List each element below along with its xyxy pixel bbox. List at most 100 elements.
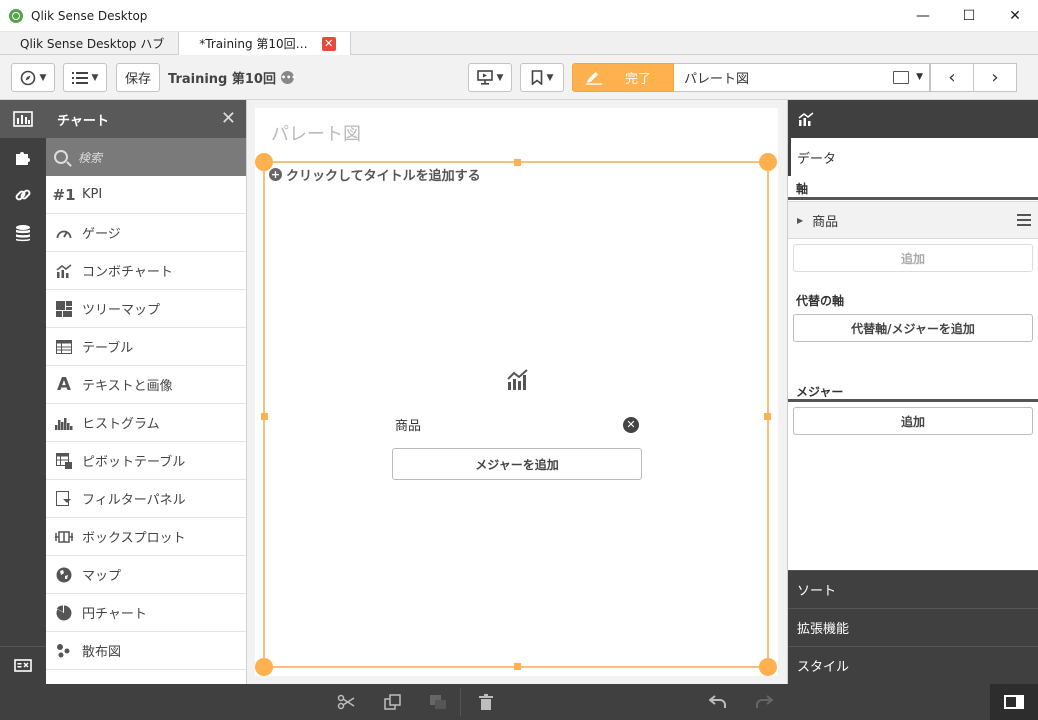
card-icon [14, 659, 32, 672]
maximize-button[interactable]: ☐ [946, 0, 992, 32]
paste-icon[interactable] [429, 693, 447, 711]
properties-panel: データ 軸 ▶ 商品 追加 代替の軸 代替軸/メジャーを追加 メジャー 追加 ソ… [787, 100, 1038, 684]
kpi-icon: #1 [52, 185, 76, 204]
bar-chart-icon [13, 111, 33, 127]
rail-master-items[interactable] [0, 176, 46, 214]
panel-toggle-icon [1004, 695, 1024, 709]
resize-handle-left[interactable] [261, 413, 268, 420]
done-editing-button[interactable]: 完了 [572, 63, 674, 92]
compass-icon [20, 70, 35, 85]
more-icon[interactable]: ••• [280, 71, 296, 84]
add-measure-property-button[interactable]: 追加 [793, 407, 1033, 435]
resize-handle-bottom[interactable] [514, 663, 521, 670]
resize-handle-top[interactable] [514, 159, 521, 166]
drag-handle-icon[interactable] [1017, 214, 1031, 226]
chart-item-filter-pane[interactable]: フィルターパネル [46, 480, 246, 518]
chevron-down-icon: ▼ [91, 72, 99, 83]
add-dimension-button[interactable]: 追加 [793, 244, 1033, 272]
chart-item-label: ヒストグラム [82, 417, 160, 432]
assets-title: チャート [57, 113, 109, 129]
bottom-toolbar [0, 684, 1038, 720]
chart-item-label: フィルターパネル [82, 493, 186, 508]
close-window-button[interactable]: ✕ [992, 0, 1038, 32]
save-button[interactable]: 保存 [116, 63, 160, 92]
chart-item-table[interactable]: テーブル [46, 328, 246, 366]
resize-handle-bottom-right[interactable] [759, 658, 777, 676]
chevron-down-icon: ▼ [916, 72, 923, 82]
rail-details-toggle[interactable] [0, 646, 46, 684]
chart-item-box-plot[interactable]: ボックスプロット [46, 518, 246, 556]
minimize-button[interactable]: — [900, 0, 946, 32]
chart-item-combo[interactable]: コンボチャート [46, 252, 246, 290]
done-label: 完了 [625, 72, 652, 87]
copy-icon[interactable] [384, 693, 402, 711]
rail-fields[interactable] [0, 214, 46, 252]
chart-list: #1 KPI ゲージ コンボチャート ツリーマップ テーブル A テキストと画像… [46, 176, 246, 670]
chart-item-label: ボックスプロット [82, 531, 186, 546]
cut-icon[interactable] [337, 693, 355, 711]
chart-item-text-image[interactable]: A テキストと画像 [46, 366, 246, 404]
dimension-row: 商品 ✕ [395, 415, 639, 434]
chart-item-pie[interactable]: 円チャート [46, 594, 246, 632]
tab-training-app[interactable]: *Training 第10回… ✕ [179, 32, 351, 56]
delete-icon[interactable] [477, 693, 495, 711]
sheet-selector[interactable]: パレート図 ▼ [674, 63, 930, 92]
tab-close-icon[interactable]: ✕ [321, 36, 336, 51]
undo-icon[interactable] [709, 693, 727, 711]
sheet-canvas: パレート図 + クリックしてタイトルを追加する 商品 ✕ メジャーを追加 [247, 100, 787, 684]
asset-rail [0, 100, 46, 684]
chart-item-scatter[interactable]: 散布図 [46, 632, 246, 670]
add-title-prompt[interactable]: + クリックしてタイトルを追加する [269, 165, 481, 184]
sheet-title[interactable]: パレート図 [271, 120, 361, 146]
rail-extensions[interactable] [0, 138, 46, 176]
rail-charts[interactable] [0, 100, 46, 138]
link-icon [15, 189, 31, 201]
section-appearance[interactable]: スタイル [788, 646, 1038, 684]
section-add-ons[interactable]: 拡張機能 [788, 608, 1038, 646]
chart-item-pivot-table[interactable]: ピボットテーブル [46, 442, 246, 480]
chevron-down-icon: ▼ [39, 72, 47, 83]
resize-handle-top-right[interactable] [759, 153, 777, 171]
chart-item-label: ツリーマップ [82, 303, 161, 318]
tab-hub[interactable]: Qlik Sense Desktop ハブ [0, 32, 180, 55]
assets-search-input[interactable]: 検索 [46, 138, 246, 176]
global-menu-button[interactable]: ▼ [63, 63, 107, 92]
add-measure-button[interactable]: メジャーを追加 [392, 448, 642, 480]
remove-dimension-icon[interactable]: ✕ [623, 416, 639, 433]
add-alternative-button[interactable]: 代替軸/メジャーを追加 [793, 314, 1033, 342]
storytelling-button[interactable]: ▼ [468, 63, 512, 92]
search-placeholder: 検索 [78, 150, 103, 165]
toggle-properties-panel[interactable] [990, 684, 1038, 720]
section-sorting[interactable]: ソート [788, 570, 1038, 608]
app-tabs: Qlik Sense Desktop ハブ *Training 第10回… ✕ [0, 32, 1038, 56]
chart-item-histogram[interactable]: ヒストグラム [46, 404, 246, 442]
chart-item-label: コンボチャート [82, 265, 173, 280]
close-assets-icon[interactable]: ✕ [221, 108, 236, 129]
scatter-plot-icon [55, 643, 73, 659]
pencil-icon [586, 71, 602, 85]
resize-handle-bottom-left[interactable] [255, 658, 273, 676]
treemap-icon [55, 300, 73, 317]
sheet: パレート図 + クリックしてタイトルを追加する 商品 ✕ メジャーを追加 [255, 108, 778, 676]
chart-item-treemap[interactable]: ツリーマップ [46, 290, 246, 328]
bookmarks-button[interactable]: ▼ [520, 63, 564, 92]
qlik-logo-icon [9, 8, 23, 23]
chart-item-label: ゲージ [82, 227, 121, 242]
dimension-label: 商品 [395, 419, 422, 434]
puzzle-icon [16, 152, 30, 165]
dimension-item[interactable]: ▶ 商品 [788, 201, 1038, 239]
properties-header [788, 100, 1038, 138]
chart-item-map[interactable]: マップ [46, 556, 246, 594]
visualization-object[interactable]: + クリックしてタイトルを追加する 商品 ✕ メジャーを追加 [255, 153, 777, 676]
next-sheet-button[interactable]: › [973, 63, 1017, 92]
chart-item-kpi[interactable]: #1 KPI [46, 176, 246, 214]
chart-item-gauge[interactable]: ゲージ [46, 214, 246, 252]
add-title-label: クリックしてタイトルを追加する [286, 169, 481, 184]
list-icon [71, 71, 88, 84]
navigation-button[interactable]: ▼ [11, 63, 55, 92]
chart-item-label: テキストと画像 [82, 379, 173, 394]
previous-sheet-button[interactable]: ‹ [930, 63, 974, 92]
redo-icon[interactable] [755, 693, 773, 711]
resize-handle-right[interactable] [764, 413, 771, 420]
properties-tab-data[interactable]: データ [788, 138, 1038, 176]
